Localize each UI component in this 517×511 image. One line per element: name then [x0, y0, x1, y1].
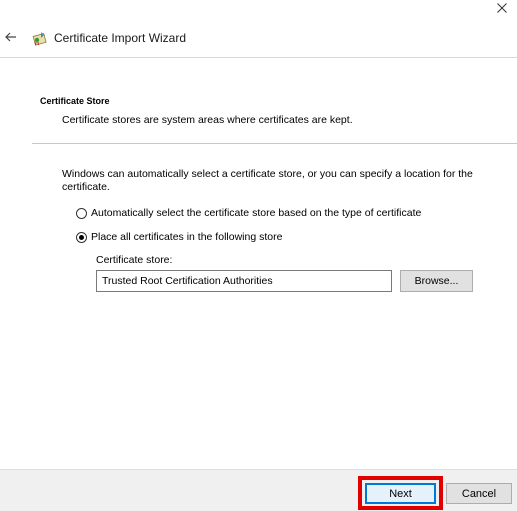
radio-place-in-store[interactable]: Place all certificates in the following …	[76, 231, 282, 243]
radio-label-place-in-store: Place all certificates in the following …	[91, 231, 283, 243]
certificate-store-field[interactable]: Trusted Root Certification Authorities	[96, 270, 392, 292]
intro-text: Windows can automatically select a certi…	[62, 168, 473, 193]
certificate-import-wizard-window: Certificate Import Wizard Certificate St…	[0, 0, 517, 511]
radio-label-auto-select: Automatically select the certificate sto…	[91, 207, 422, 219]
back-button[interactable]	[0, 27, 22, 49]
cancel-button[interactable]: Cancel	[446, 483, 512, 504]
radio-button-selected[interactable]	[76, 231, 87, 243]
section-divider	[32, 143, 517, 144]
next-button-highlight	[358, 476, 443, 510]
section-description: Certificate stores are system areas wher…	[62, 114, 353, 126]
title-divider	[0, 57, 517, 58]
radio-auto-select[interactable]: Automatically select the certificate sto…	[76, 207, 421, 219]
browse-button[interactable]: Browse...	[400, 270, 473, 292]
title-bar: Certificate Import Wizard	[0, 26, 517, 50]
certificate-store-label: Certificate store:	[96, 254, 173, 266]
back-arrow-icon	[5, 29, 17, 47]
window-title: Certificate Import Wizard	[54, 31, 187, 45]
close-button[interactable]	[487, 0, 517, 18]
certificate-wizard-icon	[30, 29, 48, 47]
close-icon	[497, 0, 507, 18]
radio-button-unselected[interactable]	[76, 207, 87, 219]
section-heading: Certificate Store	[40, 96, 110, 106]
